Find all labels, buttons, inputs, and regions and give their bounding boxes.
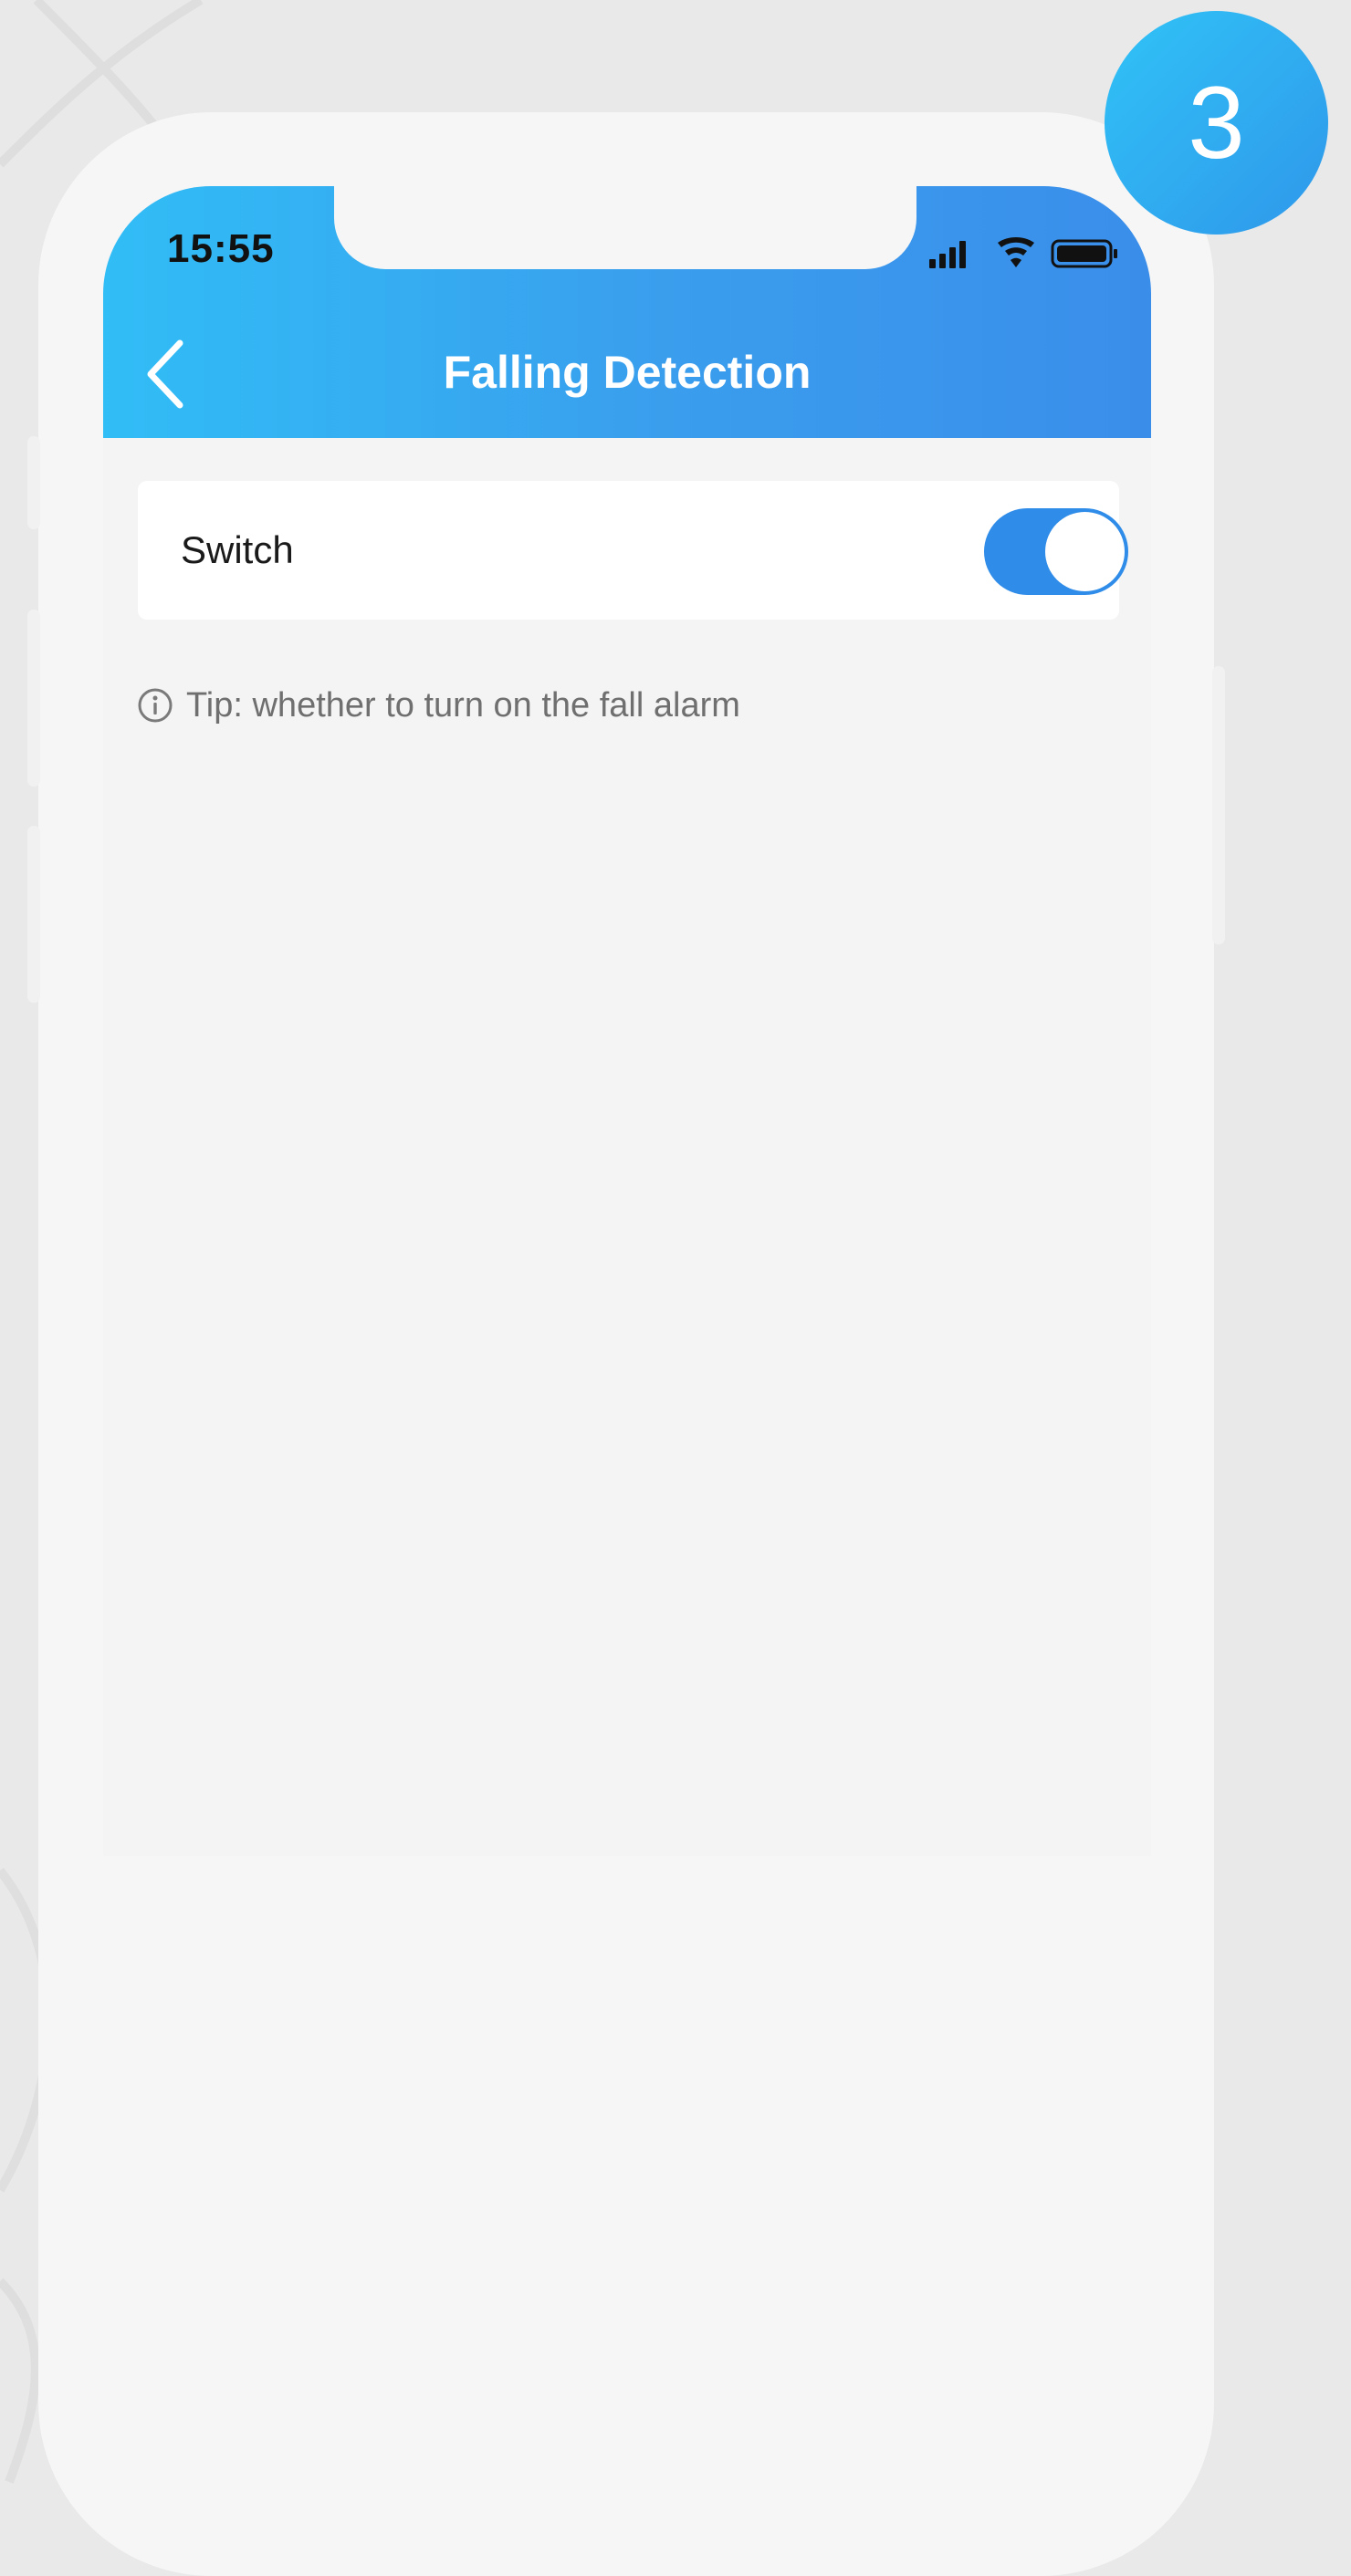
phone-side-button (27, 436, 40, 529)
phone-side-button (27, 826, 40, 1003)
tip-text: Tip: whether to turn on the fall alarm (186, 685, 740, 725)
info-icon (138, 688, 173, 723)
toggle-knob (1045, 512, 1125, 591)
phone-side-button (1212, 666, 1225, 944)
battery-icon (1051, 239, 1117, 268)
page-title: Falling Detection (443, 347, 812, 398)
fall-alarm-toggle[interactable] (984, 508, 1128, 595)
wifi-icon (998, 237, 1034, 267)
switch-setting-row: Switch (138, 481, 1128, 620)
app-screen: 15:55 Falling Detection Switch Tip: whet… (103, 186, 1151, 1856)
app-header: 15:55 Falling Detection (103, 186, 1151, 438)
tip-row: Tip: whether to turn on the fall alarm (137, 683, 740, 728)
phone-side-button (27, 610, 40, 787)
step-badge: 3 (1105, 11, 1328, 235)
switch-label: Switch (181, 528, 294, 571)
phone-notch (334, 186, 916, 269)
signal-icon (929, 241, 966, 268)
status-icons (929, 237, 1117, 268)
status-time: 15:55 (167, 226, 275, 271)
